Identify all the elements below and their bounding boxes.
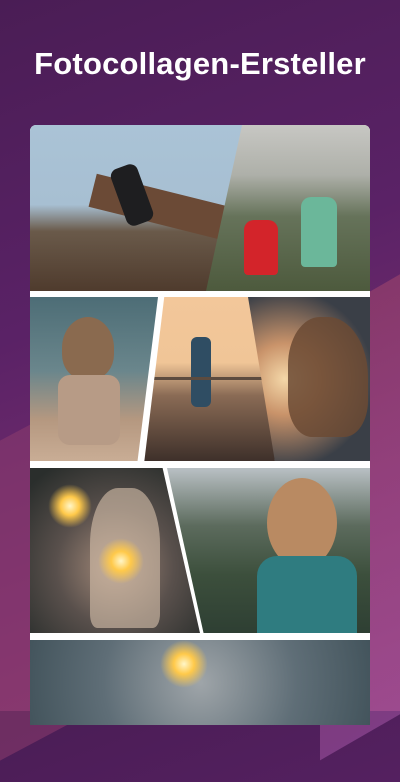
photo-sparkler-partial[interactable] [30,640,370,725]
photo-woman-sitting[interactable] [30,297,158,461]
sparkler-icon [48,484,92,528]
person-silhouette [62,317,114,379]
railing [153,377,263,380]
photo-collage [30,125,370,725]
sparkler-icon [160,640,208,688]
person-silhouette [244,220,278,275]
person-silhouette [191,337,211,407]
page-title: Fotocollagen-Ersteller [34,46,366,81]
sparkler-icon [98,538,144,584]
photo-woman-sunglasses[interactable] [167,468,370,633]
person-silhouette [257,556,357,633]
person-silhouette [301,197,337,267]
person-silhouette [288,317,368,437]
person-silhouette [58,375,120,445]
person-silhouette [267,478,337,568]
